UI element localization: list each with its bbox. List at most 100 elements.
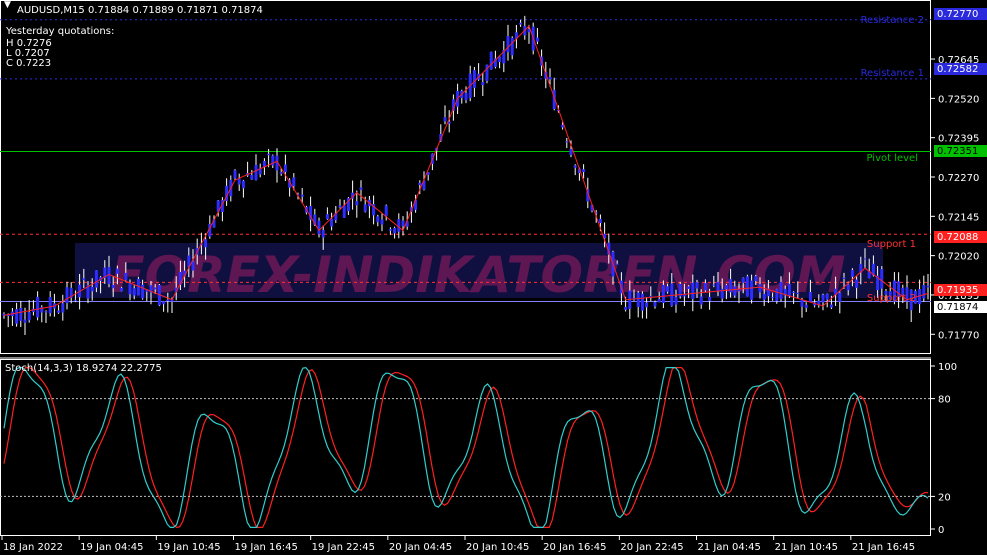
price-tick-label: 0.72020 <box>938 252 979 263</box>
svg-text:0.71874: 0.71874 <box>937 302 978 313</box>
price-tick-label: 0.72520 <box>938 94 979 105</box>
candle-body <box>82 278 86 280</box>
price-tick-label: 0.72145 <box>938 212 979 223</box>
candle-body <box>582 169 586 173</box>
dropdown-triangle-icon[interactable]: ▼ <box>4 0 11 10</box>
candle-body <box>506 35 510 53</box>
stoch-tick-label: 0 <box>938 525 944 536</box>
candle-body <box>48 297 52 314</box>
stoch-tick-label: 80 <box>938 395 951 406</box>
candle-body <box>397 219 401 232</box>
support2-price-tag: 0.71935 <box>934 284 987 296</box>
candle-body <box>65 287 69 304</box>
candle-body <box>141 284 145 299</box>
resistance1-price-tag: 0.72582 <box>934 63 987 75</box>
candle-body <box>342 205 346 218</box>
candle-body <box>111 284 115 289</box>
candle-body <box>73 299 77 301</box>
candle-body <box>27 312 31 321</box>
candle-body <box>733 286 737 296</box>
resistance2-price-tag: 0.72770 <box>934 8 987 20</box>
chart-window: FOREX-INDIKATOREN.COM 0.726450.725200.72… <box>0 0 987 553</box>
candle-body <box>384 205 388 217</box>
candle-body <box>666 286 670 292</box>
time-tick-label: 18 Jan 2022 <box>3 542 63 553</box>
candle-body <box>779 281 783 300</box>
candle-body <box>838 292 842 302</box>
candle-body <box>624 306 628 310</box>
candle-body <box>674 296 678 305</box>
price-tick-label: 0.72395 <box>938 134 979 145</box>
support2-label: Support 2 <box>867 293 916 304</box>
candle-body <box>808 292 812 302</box>
candle-body <box>787 283 791 297</box>
candle-body <box>745 276 749 297</box>
time-tick-label: 19 Jan 04:45 <box>80 542 143 553</box>
candle-body <box>363 204 367 212</box>
candle-body <box>44 311 48 313</box>
stoch-title: Stoch(14,3,3) 18.9274 22.2775 <box>5 363 162 374</box>
candle-body <box>317 220 321 235</box>
candle-body <box>863 258 867 260</box>
candle-body <box>128 283 132 295</box>
stoch-panel[interactable] <box>0 359 931 537</box>
candle-body <box>519 22 523 25</box>
candle-body <box>926 285 930 288</box>
candle-body <box>535 37 539 42</box>
candle-body <box>762 293 766 300</box>
candle-body <box>250 174 254 180</box>
candle-body <box>19 307 23 321</box>
candle-body <box>338 205 342 208</box>
candle-body <box>699 296 703 305</box>
candle-body <box>565 141 569 143</box>
candle-body <box>548 77 552 80</box>
candle-body <box>796 292 800 294</box>
candle-body <box>376 216 380 223</box>
candle-body <box>36 296 40 318</box>
candle-body <box>691 282 695 300</box>
candle-body <box>15 309 19 324</box>
price-tick-label: 0.71770 <box>938 330 979 341</box>
time-tick-label: 19 Jan 10:45 <box>157 542 220 553</box>
svg-text:0.72351: 0.72351 <box>937 146 978 157</box>
time-tick-label: 20 Jan 22:45 <box>620 542 683 553</box>
candle-body <box>598 218 602 223</box>
candle-body <box>653 302 657 307</box>
time-tick-label: 20 Jan 10:45 <box>466 542 529 553</box>
candle-body <box>204 239 208 248</box>
candle-body <box>233 170 237 179</box>
yesterday-title: Yesterday quotations: <box>5 26 114 37</box>
time-axis[interactable]: 18 Jan 2022 19 Jan 04:45 19 Jan 10:45 19 Ja… <box>1 536 915 553</box>
candle-body <box>792 291 796 293</box>
candle-body <box>393 227 397 234</box>
candle-body <box>489 51 493 70</box>
candle-body <box>57 310 61 313</box>
candle-body <box>162 301 166 305</box>
candle-body <box>481 82 485 86</box>
time-tick-label: 20 Jan 04:45 <box>389 542 452 553</box>
candle-body <box>241 180 245 189</box>
candle-body <box>804 304 808 308</box>
candle-body <box>359 187 363 190</box>
pivot-price-tag: 0.72351 <box>934 145 987 157</box>
candle-body <box>615 263 619 265</box>
resistance2-label: Resistance 2 <box>861 15 924 26</box>
candle-body <box>842 277 846 279</box>
candle-body <box>640 293 644 311</box>
candle-body <box>292 177 296 187</box>
candle-body <box>279 171 283 174</box>
candle-body <box>750 280 754 300</box>
stoch-tick-label: 100 <box>938 362 957 373</box>
candle-body <box>922 285 926 299</box>
candle-body <box>758 284 762 293</box>
price-axis[interactable]: 0.726450.725200.723950.722700.721450.720… <box>931 55 979 341</box>
stoch-tick-label: 20 <box>938 492 951 503</box>
panel-separator[interactable] <box>0 357 931 359</box>
svg-text:0.72582: 0.72582 <box>937 64 978 75</box>
candle-body <box>708 296 712 301</box>
time-tick-label: 21 Jan 04:45 <box>698 542 761 553</box>
candle-body <box>821 294 825 303</box>
time-tick-label: 21 Jan 10:45 <box>775 542 838 553</box>
candle-body <box>321 230 325 238</box>
candle-body <box>124 272 128 281</box>
